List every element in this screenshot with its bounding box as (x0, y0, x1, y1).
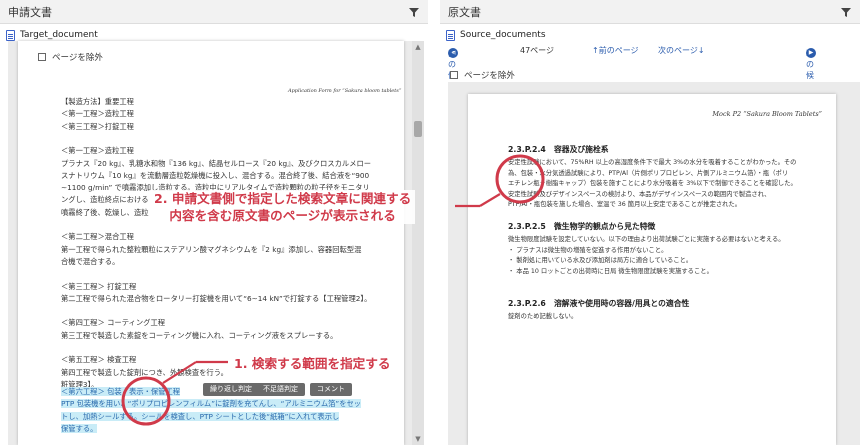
annotation-overlay (121, 154, 545, 426)
annotation-step-2: 2. 申請文書側で指定した検索文章に関連する 内容を含む原文書のページが表示され… (150, 190, 416, 224)
annotation-step-1: 1. 検索する範囲を指定する (232, 355, 393, 372)
callout-line-2b (479, 193, 501, 207)
search-range-circle (121, 376, 171, 426)
source-page-circle (495, 154, 545, 204)
callout-line-1 (162, 361, 197, 384)
